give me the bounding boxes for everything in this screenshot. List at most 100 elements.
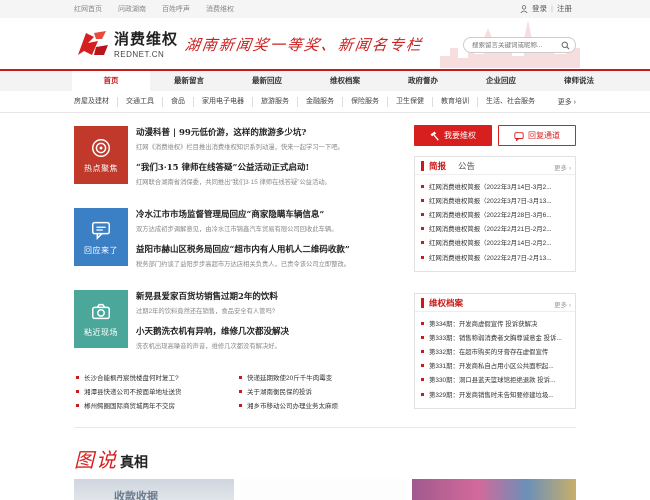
item-title[interactable]: 冷水江市市场监督管理局回应“商家隐瞒车辆信息”: [136, 208, 400, 220]
tab-briefing[interactable]: 简报: [429, 160, 446, 172]
photo-thumbnail[interactable]: 收款收据: [74, 479, 234, 500]
item-title[interactable]: “我们3·15 律师在线答疑”公益活动正式启动!: [136, 161, 400, 173]
tab-notice[interactable]: 公告: [458, 160, 475, 172]
top-bar: 红网首页 问政湖南 百姓呼声 消费维权 登录 | 注册: [0, 0, 650, 18]
photo-strip: 收款收据: [74, 479, 576, 500]
site-logo[interactable]: 消费维权 REDNET.CN: [74, 28, 178, 59]
item-desc: 红网《消费维权》栏目推出消费维权知识系列动漫，快来一起学习一下吧。: [136, 144, 344, 151]
list-item[interactable]: “我们3·15 律师在线答疑”公益活动正式启动! 红网联合湖南省消保委，共同推出…: [136, 161, 400, 186]
separator: |: [551, 4, 553, 13]
list-item[interactable]: 红网消费维权简报（2022年3月7日-3月13...: [421, 193, 569, 207]
category-more-link[interactable]: 更多 ›: [558, 97, 576, 107]
item-title[interactable]: 动漫科普 | 99元低价游，这样的旅游多少坑?: [136, 126, 400, 138]
list-item[interactable]: 第333期：销售称弱消费者文胸尊诚意金 投诉...: [421, 330, 569, 344]
nav-company-replies[interactable]: 企业回应: [462, 71, 540, 91]
tile-hot-focus[interactable]: 热点聚焦: [74, 126, 128, 184]
top-links: 红网首页 问政湖南 百姓呼声 消费维权: [74, 4, 234, 14]
chat-icon: [92, 221, 110, 240]
logo-mark-icon: [78, 30, 108, 55]
nav-gov-supervision[interactable]: 政府督办: [384, 71, 462, 91]
list-item[interactable]: 第332期：在超市购买的牙膏存在虚假宣传: [421, 344, 569, 358]
list-item[interactable]: 红网消费维权简报（2022年3月14日-3月2...: [421, 179, 569, 193]
list-item[interactable]: 红网消费维权简报（2022年2月21日-2月2...: [421, 222, 569, 236]
tile-replies[interactable]: 回应来了: [74, 208, 128, 266]
top-link-wenzheng[interactable]: 问政湖南: [118, 4, 146, 14]
item-title[interactable]: 益阳市赫山区税务局回应“超市内有人用机人二维码收款”: [136, 243, 400, 255]
top-link-xiaofei[interactable]: 消费维权: [206, 4, 234, 14]
briefing-panel: 简报 公告 更多 › 红网消费维权简报（2022年3月14日-3月2... 红网…: [414, 156, 576, 272]
list-item[interactable]: 冷水江市市场监督管理局回应“商家隐瞒车辆信息” 双方达成初步调解意见，由冷水江市…: [136, 208, 400, 233]
list-item[interactable]: 关于湖南衡民保的投诉: [237, 384, 400, 398]
top-link-rednet[interactable]: 红网首页: [74, 4, 102, 14]
category-item[interactable]: 旅游服务: [253, 97, 298, 107]
archive-title: 维权档案: [429, 298, 464, 309]
nav-latest-messages[interactable]: 最新留言: [150, 71, 228, 91]
photo-section-title: 图说 真相: [74, 448, 148, 472]
search-icon[interactable]: [561, 41, 570, 50]
tile-label: 回应来了: [84, 245, 118, 255]
list-item[interactable]: 快递延期致使20斤千牛肉霉变: [237, 370, 400, 384]
category-item[interactable]: 教育培训: [433, 97, 478, 107]
list-item[interactable]: 小天鹅洗衣机有异响，维修几次都没解决 洗衣机出现高噪音的声音，维修几次都没有解决…: [136, 325, 400, 350]
item-desc: 双方达成初步调解意见，由冷水江市锦鑫汽车贸易有限公司回收此车辆。: [136, 226, 338, 233]
archive-panel: 维权档案 更多 › 第334期：开发商虚假宣传 投诉获解决 第333期：销售称弱…: [414, 293, 576, 409]
user-area: 登录 | 注册: [520, 3, 572, 14]
list-item[interactable]: 益阳市赫山区税务局回应“超市内有人用机人二维码收款” 税务部门约谈了益阳步步高超…: [136, 243, 400, 268]
nav-latest-replies[interactable]: 最新回应: [228, 71, 306, 91]
item-desc: 洗衣机出现高噪音的声音，维修几次都没有解决好。: [136, 343, 281, 350]
tile-label: 热点聚焦: [84, 163, 118, 173]
nav-lawyer-advice[interactable]: 律师说法: [540, 71, 618, 91]
search-input[interactable]: [472, 41, 562, 49]
nav-archives[interactable]: 维权档案: [306, 71, 384, 91]
header-slogan: 湖南新闻奖一等奖、新闻名专栏: [183, 36, 425, 54]
category-item[interactable]: 金融服务: [298, 97, 343, 107]
tile-onsite[interactable]: 粘近现场: [74, 290, 128, 348]
camera-icon: [92, 303, 110, 319]
top-link-baixing[interactable]: 百姓呼声: [162, 4, 190, 14]
category-item[interactable]: 生活、社会服务: [478, 97, 543, 107]
login-link[interactable]: 登录: [532, 3, 547, 14]
item-title[interactable]: 小天鹅洗衣机有异响，维修几次都没解决: [136, 325, 400, 337]
category-item[interactable]: 卫生保健: [388, 97, 433, 107]
bottom-news-list: 长沙合能枫丹宸悦楼盘何时复工? 快递延期致使20斤千牛肉霉变 湘潭县快递公司不按…: [74, 370, 400, 412]
list-item[interactable]: 郴州鳄圈国际商贸城两年不交房: [74, 398, 237, 412]
list-item[interactable]: 长沙合能枫丹宸悦楼盘何时复工?: [74, 370, 237, 384]
list-item[interactable]: 第331期：开发商私自占用小区公共面积起...: [421, 359, 569, 373]
list-item[interactable]: 红网消费维权简报（2022年2月28日-3月6...: [421, 207, 569, 221]
item-title[interactable]: 新晃县爱家百货坊销售过期2年的饮料: [136, 290, 400, 302]
list-item[interactable]: 第334期：开发商虚假宣传 投诉获解决: [421, 316, 569, 330]
list-item[interactable]: 湘乡市移动公司办理业务太麻烦: [237, 398, 400, 412]
category-item[interactable]: 房屋及建材: [72, 97, 118, 107]
section-divider: [74, 427, 576, 428]
reply-channel-button[interactable]: 回复通道: [498, 125, 576, 146]
item-desc: 红网联合湖南省消保委，共同推出“我们3·15 律师在线答疑”公益活动。: [136, 179, 331, 186]
category-item[interactable]: 家用电子电器: [194, 97, 253, 107]
list-item[interactable]: 红网消费维权简报（2022年2月14日-2月2...: [421, 236, 569, 250]
header: 消费维权 REDNET.CN 湖南新闻奖一等奖、新闻名专栏: [0, 18, 650, 68]
item-desc: 过期2年的饮料竟然还在销售，食品安全有人管吗?: [136, 308, 276, 315]
user-icon: [520, 4, 528, 13]
list-item[interactable]: 红网消费维权简报（2022年2月7日-2月13...: [421, 250, 569, 264]
list-item[interactable]: 湘潭县快递公司不按面单地址送货: [74, 384, 237, 398]
sidebar-actions: 我要维权 回复通道: [414, 125, 576, 146]
register-link[interactable]: 注册: [557, 3, 572, 14]
archive-more-link[interactable]: 更多 ›: [554, 299, 571, 309]
news-block-replies: 回应来了 冷水江市市场监督管理局回应“商家隐瞒车辆信息” 双方达成初步调解意见，…: [74, 208, 400, 268]
photo-thumbnail[interactable]: [412, 479, 576, 500]
tile-label: 粘近现场: [84, 327, 118, 337]
photo-thumbnail[interactable]: [240, 479, 406, 500]
nav-home[interactable]: 首页: [72, 69, 150, 91]
list-item[interactable]: 第330期：洞口县蓝天篮球馆拒绝退款 投诉...: [421, 373, 569, 387]
search-box[interactable]: [463, 37, 576, 53]
news-block-hot: 热点聚焦 动漫科普 | 99元低价游，这样的旅游多少坑? 红网《消费维权》栏目推…: [74, 126, 400, 186]
list-item[interactable]: 第329期：开发商销售时未告知要修建垃圾...: [421, 387, 569, 401]
list-item[interactable]: 动漫科普 | 99元低价游，这样的旅游多少坑? 红网《消费维权》栏目推出消费维权…: [136, 126, 400, 151]
main-nav: 首页 最新留言 最新回应 维权档案 政府督办 企业回应 律师说法: [0, 69, 650, 91]
category-item[interactable]: 食品: [163, 97, 194, 107]
briefing-more-link[interactable]: 更多 ›: [554, 162, 571, 172]
photo-caption: 收款收据: [114, 491, 158, 500]
category-item[interactable]: 保险服务: [343, 97, 388, 107]
category-item[interactable]: 交通工具: [118, 97, 163, 107]
complain-button[interactable]: 我要维权: [414, 125, 492, 146]
list-item[interactable]: 新晃县爱家百货坊销售过期2年的饮料 过期2年的饮料竟然还在销售，食品安全有人管吗…: [136, 290, 400, 315]
